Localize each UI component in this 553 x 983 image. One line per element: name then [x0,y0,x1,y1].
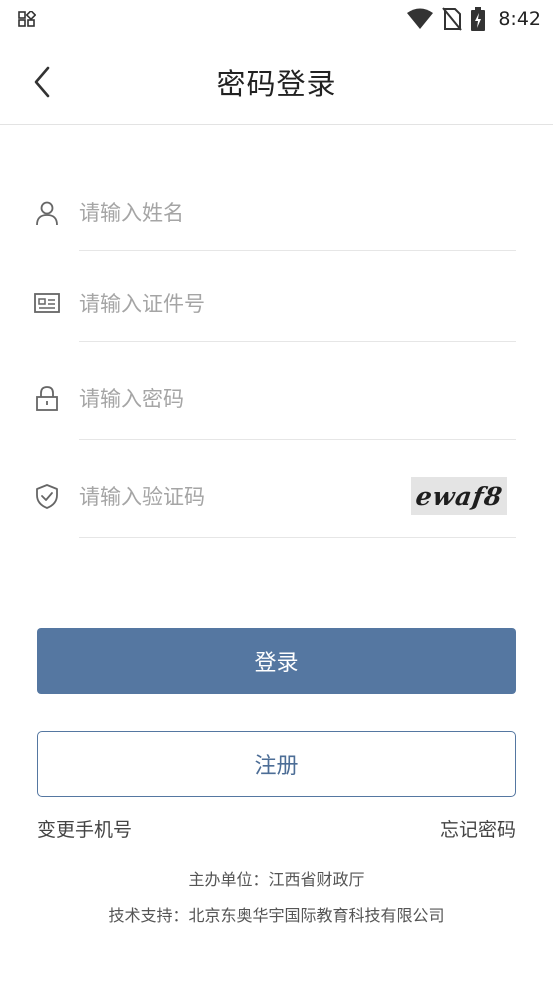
wifi-icon [407,8,434,29]
register-button[interactable]: 注册 [37,731,516,797]
header: 密码登录 [0,38,553,125]
name-input[interactable] [79,193,399,233]
user-icon [36,201,58,226]
forgot-password-link[interactable]: 忘记密码 [440,815,516,842]
id-row [0,259,553,349]
id-card-icon [34,293,60,313]
footer-host: 主办单位：江西省财政厅 [188,870,365,889]
page-title: 密码登录 [216,67,337,101]
divider [79,537,516,538]
captcha-image[interactable]: ewaf8 [411,477,507,515]
divider [79,341,516,342]
divider [79,250,516,251]
app-grid-icon [18,11,36,27]
shield-check-icon [36,484,58,509]
battery-charging-icon [471,7,486,31]
change-phone-link[interactable]: 变更手机号 [37,815,132,842]
name-row [0,168,553,258]
captcha-input[interactable] [79,477,389,517]
lock-icon [36,386,58,411]
no-sim-icon [442,7,463,31]
password-row [0,357,553,447]
login-button[interactable]: 登录 [37,628,516,694]
password-input[interactable] [79,379,399,419]
status-bar: 8:42 [0,0,553,38]
captcha-text: ewaf8 [413,481,505,511]
footer-support: 技术支持：北京东奥华宇国际教育科技有限公司 [108,906,445,925]
status-time: 8:42 [498,8,541,30]
id-number-input[interactable] [79,284,399,324]
divider [79,439,516,440]
